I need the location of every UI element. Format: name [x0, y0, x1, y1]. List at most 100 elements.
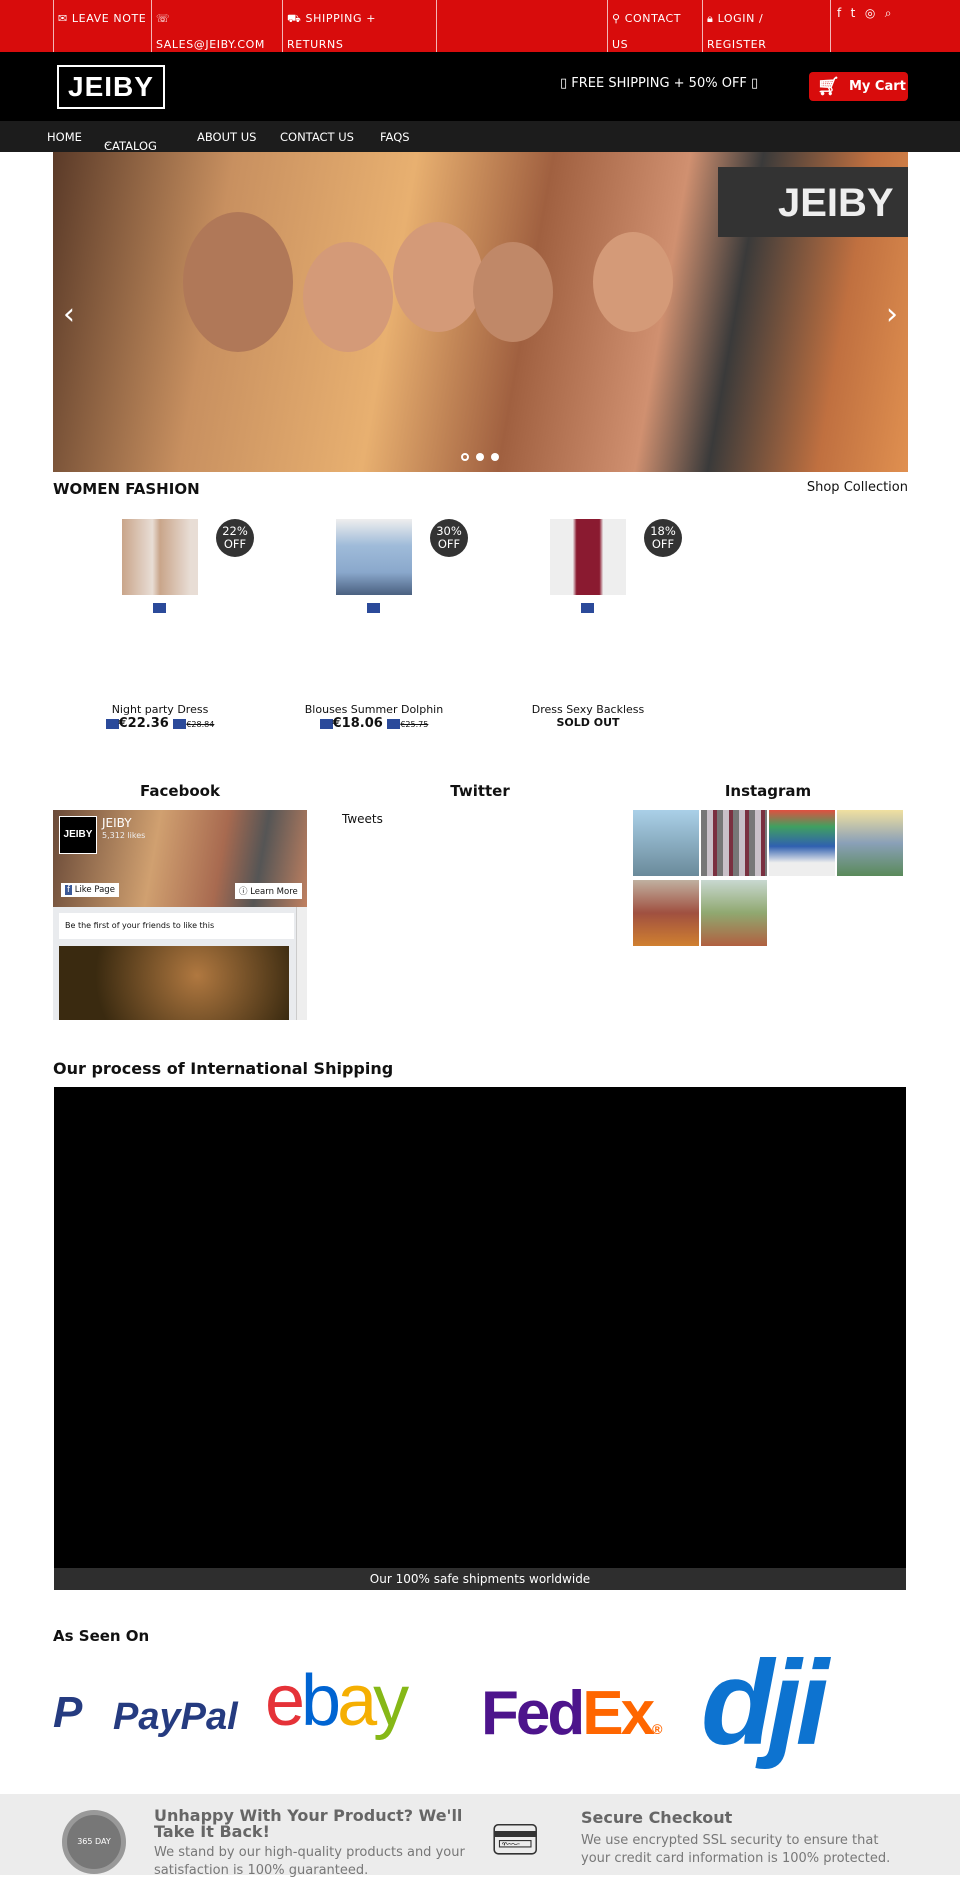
search-icon[interactable]: ⌕ — [885, 6, 892, 20]
slide-dot-2[interactable] — [476, 453, 484, 461]
facebook-friends-note: Be the first of your friends to like thi… — [59, 913, 294, 939]
section-title: WOMEN FASHION — [53, 480, 200, 498]
product-image[interactable] — [122, 519, 198, 595]
shipping-video[interactable] — [54, 1087, 906, 1590]
facebook-avatar: JEIBY — [59, 816, 97, 854]
nav-home[interactable]: HOME — [47, 130, 82, 144]
flag-icon — [105, 718, 119, 729]
dji-logo: dji — [701, 1636, 829, 1770]
flag-icon — [153, 603, 166, 613]
secure-checkout-title: Secure Checkout — [581, 1808, 733, 1827]
brand-logos: P PayPal ebay FedEx® dji — [53, 1638, 908, 1780]
facebook-icon: f — [65, 885, 72, 895]
lock-icon: 🔒︎ — [707, 12, 718, 25]
facebook-icon[interactable]: f — [837, 6, 842, 20]
ebay-logo: ebay — [265, 1661, 409, 1741]
twitter-heading: Twitter — [450, 782, 510, 800]
hero-carousel[interactable]: JEIBY ‹ › — [53, 152, 908, 472]
video-caption: Our 100% safe shipments worldwide — [54, 1568, 906, 1590]
hero-sign: JEIBY — [718, 167, 908, 237]
nav-catalog-label: CATALOG — [104, 139, 157, 153]
fedex-logo: FedEx® — [481, 1679, 663, 1748]
nav-contact[interactable]: CONTACT US — [280, 130, 354, 144]
paypal-logo: PayPal — [113, 1696, 238, 1738]
footer-guarantees: 365 DAY Unhappy With Your Product? We'll… — [0, 1794, 960, 1878]
flag-icon — [581, 603, 594, 613]
hero-image — [183, 212, 293, 352]
learn-more-button[interactable]: ⓘ Learn More — [235, 883, 302, 899]
facebook-widget[interactable]: JEIBY JEIBY 5,312 likes f Like Page ⓘ Le… — [53, 810, 307, 1020]
chevron-down-icon: ⌄ — [104, 139, 112, 149]
cart-label: My Cart — [849, 79, 906, 94]
discount-badge: 22% OFF — [216, 519, 254, 557]
nav-about[interactable]: ABOUT US — [197, 130, 256, 144]
like-page-button[interactable]: f Like Page — [61, 883, 119, 897]
instagram-heading: Instagram — [724, 782, 812, 800]
top-bar: ✉ LEAVE NOTE ☏ SALES@JEIBY.COM ⛟ SHIPPIN… — [0, 0, 960, 52]
product-card[interactable]: 18% OFF Dress Sexy Backless SOLD OUT — [481, 519, 695, 739]
product-name[interactable]: Blouses Summer Dolphin — [267, 703, 481, 716]
old-price: €25.75 — [400, 720, 429, 729]
phone-icon: ☏ — [156, 12, 171, 25]
facebook-post-image — [59, 946, 289, 1020]
social-icons: f t ◎ ⌕ — [830, 0, 960, 52]
nav-faqs[interactable]: FAQS — [380, 130, 410, 144]
map-pin-icon: ⚲ — [612, 12, 625, 25]
chat-icon: ✉ — [58, 12, 72, 25]
slide-dot-3[interactable] — [491, 453, 499, 461]
product-name[interactable]: Night party Dress — [53, 703, 267, 716]
next-slide-icon[interactable]: › — [886, 297, 898, 332]
leave-note-link[interactable]: ✉ LEAVE NOTE — [53, 0, 151, 52]
as-seen-on-title: As Seen On — [53, 1627, 150, 1645]
email-label: SALES@JEIBY.COM — [156, 38, 265, 51]
guarantee-title: Unhappy With Your Product? We'll Take It… — [154, 1806, 463, 1841]
header: JEIBY ▯ FREE SHIPPING + 50% OFF ▯ 🛒︎ My … — [0, 52, 960, 121]
email-link[interactable]: ☏ SALES@JEIBY.COM — [151, 0, 282, 52]
facebook-page-name[interactable]: JEIBY — [102, 816, 132, 830]
product-image[interactable] — [336, 519, 412, 595]
cart-button[interactable]: 🛒︎ My Cart — [809, 72, 908, 101]
secure-checkout-text: We use encrypted SSL security to ensure … — [581, 1833, 891, 1866]
instagram-photo[interactable] — [769, 810, 835, 876]
product-price: €22.36 €28.84 — [53, 716, 267, 731]
product-card[interactable]: 22% OFF Night party Dress €22.36 €28.84 — [53, 519, 267, 739]
promo-text: ▯ FREE SHIPPING + 50% OFF ▯ — [560, 76, 759, 91]
login-link[interactable]: 🔒︎ LOGIN / REGISTER — [702, 0, 830, 52]
credit-card-lock-icon: 💳︎ — [490, 1817, 541, 1863]
slide-dot-1[interactable] — [461, 453, 469, 461]
product-price: €18.06 €25.75 — [267, 716, 481, 731]
cart-icon: 🛒︎ — [817, 76, 840, 97]
discount-badge: 30% OFF — [430, 519, 468, 557]
tweets-label[interactable]: Tweets — [342, 812, 383, 826]
contact-link[interactable]: ⚲ CONTACT US — [607, 0, 702, 52]
shop-collection-link[interactable]: Shop Collection — [807, 480, 908, 495]
main-nav: HOME CATALOG ⌄ ABOUT US CONTACT US FAQS — [0, 121, 960, 153]
instagram-photo[interactable] — [701, 810, 767, 876]
info-icon: ⓘ — [239, 887, 248, 897]
leave-note-label: LEAVE NOTE — [71, 12, 147, 25]
shipping-link[interactable]: ⛟ SHIPPING + RETURNS — [282, 0, 436, 52]
facebook-likes: 5,312 likes — [102, 831, 146, 840]
flag-icon — [367, 603, 380, 613]
instagram-photo[interactable] — [701, 880, 767, 946]
product-card[interactable]: 30% OFF Blouses Summer Dolphin €18.06 €25… — [267, 519, 481, 739]
facebook-heading: Facebook — [140, 782, 220, 800]
flag-icon — [173, 718, 187, 729]
instagram-photo[interactable] — [837, 810, 903, 876]
top-bar-spacer — [436, 0, 607, 52]
instagram-photo[interactable] — [633, 810, 699, 876]
product-image[interactable] — [550, 519, 626, 595]
flag-icon — [319, 718, 333, 729]
paypal-icon: P — [53, 1688, 83, 1737]
shipping-title: Our process of International Shipping — [53, 1059, 394, 1078]
scrollbar[interactable] — [296, 907, 307, 1020]
twitter-icon[interactable]: t — [851, 6, 856, 20]
old-price: €28.84 — [186, 720, 215, 729]
instagram-photo[interactable] — [633, 880, 699, 946]
flag-icon — [387, 718, 401, 729]
truck-icon: ⛟ — [287, 12, 306, 25]
instagram-icon[interactable]: ◎ — [865, 6, 876, 20]
prev-slide-icon[interactable]: ‹ — [63, 297, 75, 332]
logo[interactable]: JEIBY — [57, 65, 165, 109]
product-name[interactable]: Dress Sexy Backless — [481, 703, 695, 716]
